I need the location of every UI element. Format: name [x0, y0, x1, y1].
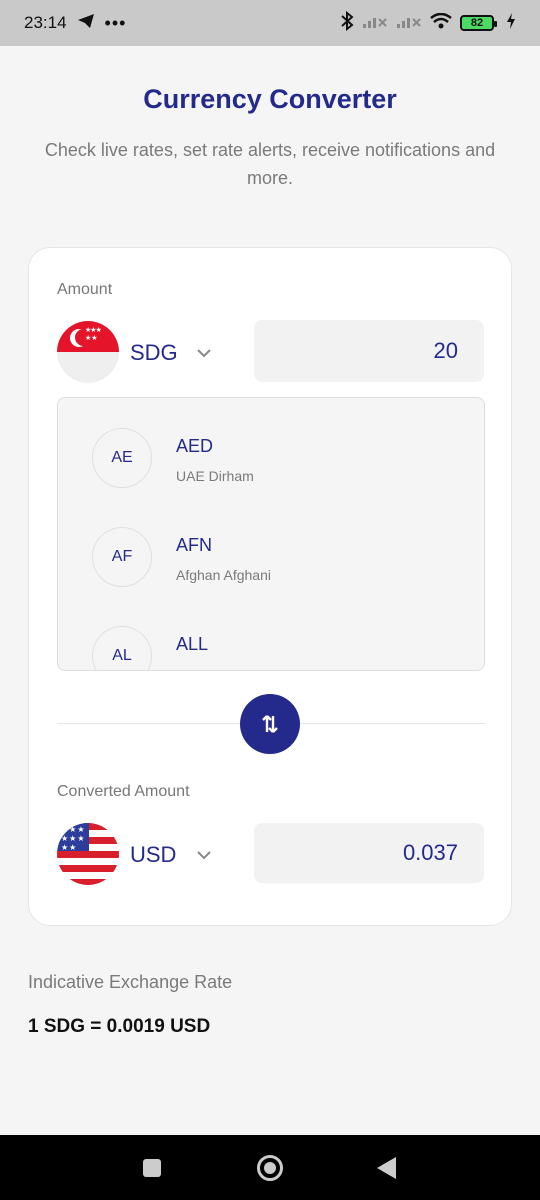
battery-icon: 82 — [460, 15, 497, 31]
singapore-flag-icon: ★★★ ★ ★ — [57, 321, 119, 383]
converted-amount-label: Converted Amount — [57, 783, 190, 800]
currency-code: AED — [176, 436, 214, 456]
currency-avatar: AF — [92, 527, 152, 587]
currency-name: UAE Dirham — [176, 468, 254, 484]
home-button[interactable] — [257, 1155, 283, 1181]
recents-button[interactable] — [143, 1159, 161, 1177]
signal-2-icon — [396, 13, 422, 34]
bluetooth-icon — [340, 10, 354, 36]
more-dots-icon: ••• — [104, 12, 127, 33]
amount-label: Amount — [57, 281, 113, 298]
chevron-down-icon[interactable] — [195, 344, 213, 362]
page-title: Currency Converter — [143, 84, 397, 114]
exchange-rate-value: 1 SDG = 0.0019 USD — [28, 1016, 211, 1037]
wifi-icon — [430, 12, 452, 34]
page-subtitle: Check live rates, set rate alerts, recei… — [44, 140, 496, 188]
list-item[interactable]: AF AFN Afghan Afghani — [58, 497, 484, 596]
to-currency-selector[interactable]: USD — [130, 842, 176, 868]
signal-1-icon — [362, 13, 388, 34]
usa-flag-icon: ★★★ ★★★ ★★ — [57, 823, 119, 885]
telegram-icon — [77, 13, 95, 34]
list-item[interactable]: AL ALL — [58, 596, 484, 670]
chevron-down-icon[interactable] — [195, 846, 213, 864]
converted-amount-field[interactable]: 0.037 — [254, 823, 484, 883]
swap-button[interactable] — [240, 694, 300, 754]
status-bar: 23:14 ••• 82 — [0, 0, 540, 46]
currency-code: AFN — [176, 535, 212, 555]
currency-name: Afghan Afghani — [176, 567, 271, 583]
back-button[interactable] — [377, 1157, 396, 1179]
currency-avatar: AL — [92, 626, 152, 670]
system-nav-bar — [0, 1135, 540, 1200]
currency-avatar: AE — [92, 428, 152, 488]
charging-icon — [506, 12, 516, 34]
currency-code: ALL — [176, 634, 209, 654]
amount-input[interactable]: 20 — [254, 320, 484, 382]
status-time: 23:14 — [24, 13, 67, 32]
exchange-rate-label: Indicative Exchange Rate — [28, 972, 233, 992]
swap-arrows-icon — [262, 715, 278, 733]
from-currency-selector[interactable]: SDG — [130, 340, 178, 366]
currency-dropdown[interactable]: AE AED UAE Dirham AF AFN Afghan Afghani … — [57, 397, 485, 671]
list-item[interactable]: AE AED UAE Dirham — [58, 398, 484, 497]
converter-card: Amount ★★★ ★ ★ SDG 20 AE AED UAE Dirham A… — [28, 247, 512, 926]
